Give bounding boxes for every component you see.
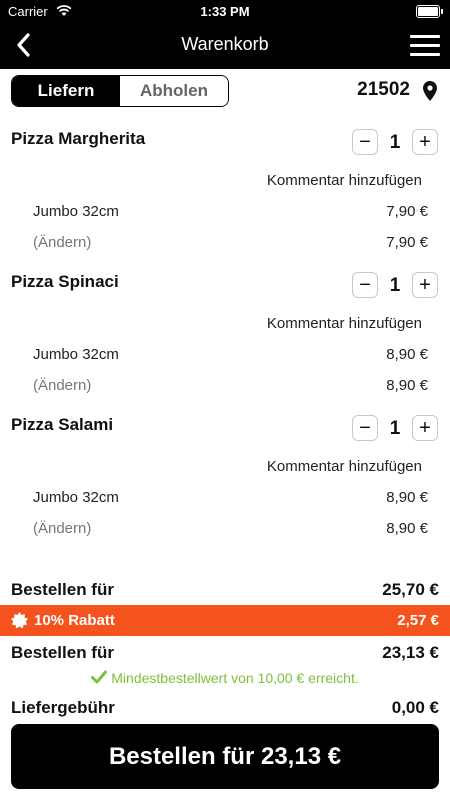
delivery-fee-label: Liefergebühr: [11, 698, 115, 717]
item-size-price: 8,90 €: [386, 346, 428, 363]
map-pin-icon[interactable]: [423, 81, 437, 101]
change-item-link[interactable]: (Ändern): [33, 520, 91, 537]
tab-liefern[interactable]: Liefern: [12, 76, 120, 106]
top-bar: Carrier 1:33 PM Warenkorb: [0, 0, 450, 69]
discount-label: 10% Rabatt: [34, 612, 115, 629]
add-comment-link[interactable]: Kommentar hinzufügen: [267, 315, 422, 332]
discount-amount: 2,57 €: [397, 612, 439, 629]
subtotal-label: Bestellen für: [11, 580, 114, 599]
navigation-bar: Warenkorb: [0, 22, 450, 69]
min-order-text: Mindestbestellwert von 10,00 € erreicht.: [111, 670, 359, 686]
total-amount: 23,13 €: [382, 643, 439, 662]
change-item-link[interactable]: (Ändern): [33, 234, 91, 251]
add-comment-link[interactable]: Kommentar hinzufügen: [267, 458, 422, 475]
delivery-fee-row: Liefergebühr 0,00 €: [11, 698, 439, 718]
increase-quantity-button[interactable]: +: [412, 415, 438, 441]
item-name: Pizza Spinaci: [11, 272, 119, 291]
hamburger-menu-icon[interactable]: [410, 35, 440, 57]
page-title: Warenkorb: [181, 34, 269, 54]
decrease-quantity-button[interactable]: −: [352, 129, 378, 155]
discount-banner: 10% Rabatt 2,57 €: [0, 605, 450, 636]
item-size: Jumbo 32cm: [33, 203, 119, 220]
item-size-price: 8,90 €: [386, 489, 428, 506]
zip-code[interactable]: 21502: [357, 79, 410, 101]
increase-quantity-button[interactable]: +: [412, 272, 438, 298]
subtotal-row: Bestellen für 25,70 €: [11, 580, 439, 600]
total-label: Bestellen für: [11, 643, 114, 662]
item-price: 7,90 €: [386, 234, 428, 251]
total-row: Bestellen für 23,13 €: [11, 643, 439, 663]
delivery-fee-amount: 0,00 €: [391, 698, 439, 717]
item-size: Jumbo 32cm: [33, 489, 119, 506]
tab-abholen[interactable]: Abholen: [120, 76, 228, 106]
place-order-button[interactable]: Bestellen für 23,13 €: [11, 724, 439, 789]
item-size-price: 7,90 €: [386, 203, 428, 220]
item-quantity: 1: [389, 418, 401, 439]
subtotal-amount: 25,70 €: [382, 580, 439, 599]
item-price: 8,90 €: [386, 377, 428, 394]
status-bar: Carrier 1:33 PM: [0, 0, 450, 22]
min-order-notice: Mindestbestellwert von 10,00 € erreicht.: [0, 670, 450, 686]
item-name: Pizza Margherita: [11, 129, 146, 148]
add-comment-link[interactable]: Kommentar hinzufügen: [267, 172, 422, 189]
battery-icon: [416, 5, 443, 18]
discount-badge-icon: [11, 612, 28, 629]
checkmark-icon: [91, 670, 108, 684]
item-quantity: 1: [389, 275, 401, 296]
delivery-mode-toggle[interactable]: Liefern Abholen: [11, 75, 229, 107]
item-price: 8,90 €: [386, 520, 428, 537]
decrease-quantity-button[interactable]: −: [352, 415, 378, 441]
decrease-quantity-button[interactable]: −: [352, 272, 378, 298]
item-size: Jumbo 32cm: [33, 346, 119, 363]
item-quantity: 1: [389, 132, 401, 153]
increase-quantity-button[interactable]: +: [412, 129, 438, 155]
item-name: Pizza Salami: [11, 415, 114, 434]
cart-sheet: Liefern Abholen 21502 Pizza Margherita −…: [0, 69, 450, 800]
change-item-link[interactable]: (Ändern): [33, 377, 91, 394]
clock: 1:33 PM: [200, 4, 250, 19]
